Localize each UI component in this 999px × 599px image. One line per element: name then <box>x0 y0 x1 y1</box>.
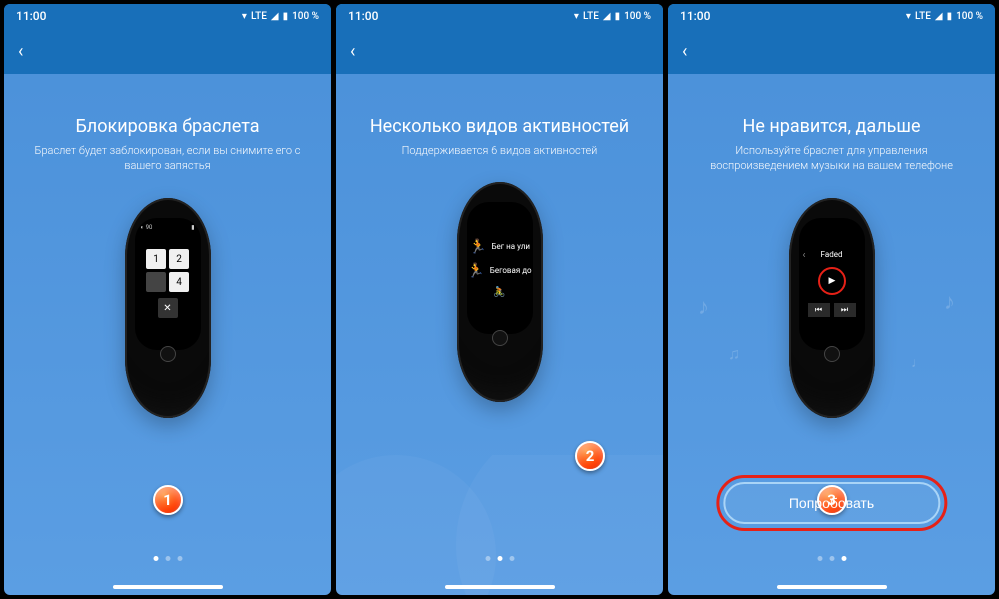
status-bar: 11:00 ▾ LTE ◢ ▮ 100 % <box>336 4 663 28</box>
dot-2 <box>497 556 502 561</box>
music-track-title: Faded <box>821 250 843 259</box>
app-header: ‹ <box>4 28 331 74</box>
battery-icon: ▮ <box>615 11 621 22</box>
signal-icon: ◢ <box>935 11 943 22</box>
network-label: LTE <box>915 11 931 22</box>
nav-bar[interactable] <box>777 585 887 589</box>
dot-2 <box>829 556 834 561</box>
page-indicator <box>817 556 846 561</box>
key-3 <box>146 272 166 292</box>
onboarding-screen-1: 11:00 ▾ LTE ◢ ▮ 100 % ‹ Блокировка брасл… <box>4 4 331 595</box>
dot-2 <box>165 556 170 561</box>
status-right: ▾ LTE ◢ ▮ 100 % <box>574 11 651 22</box>
activity-row-2: 🏃 Беговая до <box>467 263 531 279</box>
dot-1 <box>817 556 822 561</box>
next-track-icon: ⏭ <box>834 303 856 317</box>
page-title: Блокировка браслета <box>75 116 259 137</box>
page-indicator <box>153 556 182 561</box>
battery-icon: ▮ <box>947 11 953 22</box>
try-button[interactable]: Попробовать <box>723 482 940 524</box>
status-time: 11:00 <box>16 9 46 23</box>
app-header: ‹ <box>336 28 663 74</box>
band-home-button <box>160 346 176 362</box>
prev-track-icon: ⏮ <box>808 303 830 317</box>
band-illustration: Faded ⏮ ⏭ <box>789 198 875 418</box>
nav-bar[interactable] <box>113 585 223 589</box>
signal-icon: ◢ <box>603 11 611 22</box>
step-badge-1: 1 <box>153 485 183 515</box>
lock-keypad: 1 2 4 ✕ <box>146 249 189 318</box>
battery-label: 100 % <box>956 11 983 22</box>
dot-3 <box>509 556 514 561</box>
battery-label: 100 % <box>624 11 651 22</box>
status-bar: 11:00 ▾ LTE ◢ ▮ 100 % <box>4 4 331 28</box>
key-clear: ✕ <box>158 298 178 318</box>
band-home-button <box>824 346 840 362</box>
key-2: 2 <box>169 249 189 269</box>
page-title: Не нравится, дальше <box>742 116 920 137</box>
activity-label-2: Беговая до <box>490 266 532 275</box>
page-subtitle: Браслет будет заблокирован, если вы сним… <box>28 143 308 174</box>
signal-icon: ◢ <box>271 11 279 22</box>
page-subtitle: Поддерживается 6 видов активностей <box>402 143 598 158</box>
page-subtitle: Используйте браслет для управления воспр… <box>692 143 972 174</box>
activity-label-1: Бег на ули <box>491 242 529 251</box>
cycling-icon: 🚴 <box>493 287 505 298</box>
wifi-icon: ▾ <box>242 11 247 22</box>
onboarding-screen-3: 11:00 ▾ LTE ◢ ▮ 100 % ‹ ♪ ♫ ♪ ♩ Не нрави… <box>668 4 995 595</box>
band-screen: ◐ 90▮ 1 2 4 ✕ <box>135 218 201 350</box>
status-time: 11:00 <box>680 9 710 23</box>
network-label: LTE <box>583 11 599 22</box>
network-label: LTE <box>251 11 267 22</box>
status-right: ▾ LTE ◢ ▮ 100 % <box>242 11 319 22</box>
back-icon[interactable]: ‹ <box>682 41 687 62</box>
dot-3 <box>841 556 846 561</box>
band-screen: Faded ⏮ ⏭ <box>799 218 865 350</box>
wifi-icon: ▾ <box>574 11 579 22</box>
status-bar: 11:00 ▾ LTE ◢ ▮ 100 % <box>668 4 995 28</box>
back-icon[interactable]: ‹ <box>18 41 23 62</box>
dot-1 <box>153 556 158 561</box>
track-controls: ⏮ ⏭ <box>808 303 856 317</box>
key-1: 1 <box>146 249 166 269</box>
battery-icon: ▮ <box>283 11 289 22</box>
status-right: ▾ LTE ◢ ▮ 100 % <box>906 11 983 22</box>
band-illustration: 🏃 Бег на ули 🏃 Беговая до 🚴 <box>457 182 543 402</box>
dot-1 <box>485 556 490 561</box>
nav-bar[interactable] <box>445 585 555 589</box>
band-illustration: ◐ 90▮ 1 2 4 ✕ <box>125 198 211 418</box>
try-button-highlight: Попробовать <box>716 475 947 531</box>
dot-3 <box>177 556 182 561</box>
app-header: ‹ <box>668 28 995 74</box>
page-title: Несколько видов активностей <box>370 116 629 137</box>
band-screen: 🏃 Бег на ули 🏃 Беговая до 🚴 <box>467 202 533 334</box>
activity-row-3: 🚴 <box>493 287 505 298</box>
treadmill-icon: 🏃 <box>467 263 484 279</box>
band-home-button <box>492 330 508 346</box>
step-badge-2: 2 <box>575 441 605 471</box>
content: Несколько видов активностей Поддерживает… <box>336 74 663 595</box>
key-4: 4 <box>169 272 189 292</box>
status-time: 11:00 <box>348 9 378 23</box>
onboarding-screen-2: 11:00 ▾ LTE ◢ ▮ 100 % ‹ Несколько видов … <box>336 4 663 595</box>
running-icon: 🏃 <box>469 239 486 255</box>
back-icon[interactable]: ‹ <box>350 41 355 62</box>
activity-row-1: 🏃 Бег на ули <box>469 239 530 255</box>
play-icon <box>818 267 846 295</box>
battery-label: 100 % <box>292 11 319 22</box>
content: Блокировка браслета Браслет будет заблок… <box>4 74 331 595</box>
page-indicator <box>485 556 514 561</box>
content: ♪ ♫ ♪ ♩ Не нравится, дальше Используйте … <box>668 74 995 595</box>
wifi-icon: ▾ <box>906 11 911 22</box>
